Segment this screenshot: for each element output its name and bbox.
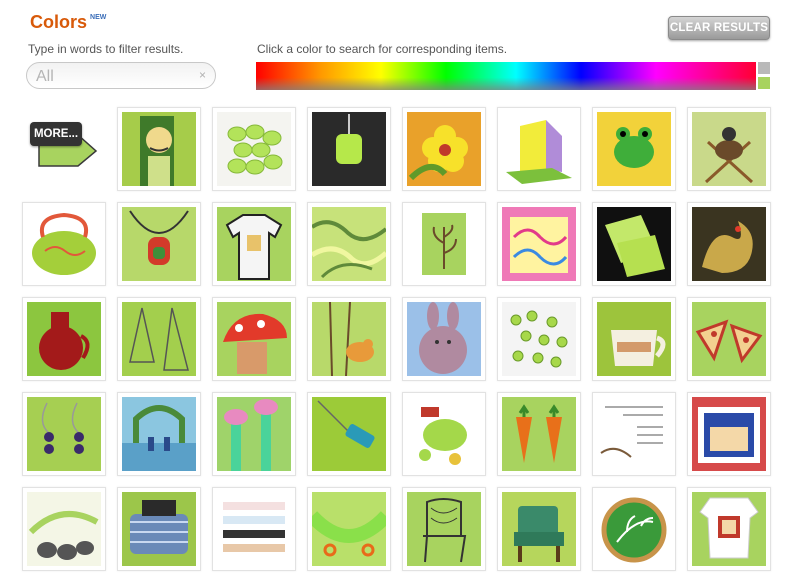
result-thumbnail[interactable] bbox=[402, 392, 486, 476]
ceramic-cup-icon bbox=[597, 302, 671, 376]
folded-card-icon bbox=[502, 112, 576, 186]
result-thumbnail[interactable] bbox=[592, 297, 676, 381]
result-thumbnail[interactable] bbox=[402, 107, 486, 191]
filter-box: × bbox=[26, 62, 216, 89]
result-thumbnail[interactable] bbox=[687, 202, 771, 286]
result-thumbnail[interactable] bbox=[22, 392, 106, 476]
result-thumbnail[interactable] bbox=[117, 297, 201, 381]
result-thumbnail[interactable] bbox=[497, 392, 581, 476]
pink-embroidery-icon bbox=[502, 207, 576, 281]
green-swatch[interactable] bbox=[758, 77, 770, 89]
tree-illustration-icon bbox=[217, 397, 291, 471]
flag-box-icon bbox=[692, 397, 766, 471]
result-thumbnail[interactable] bbox=[687, 487, 771, 571]
result-thumbnail[interactable] bbox=[592, 487, 676, 571]
clear-results-button[interactable]: CLEAR RESULTS bbox=[668, 16, 770, 40]
result-thumbnail[interactable] bbox=[592, 202, 676, 286]
result-thumbnail[interactable] bbox=[22, 297, 106, 381]
green-beads-icon bbox=[217, 112, 291, 186]
result-thumbnail[interactable] bbox=[22, 487, 106, 571]
color-spectrum[interactable] bbox=[256, 62, 756, 90]
clear-filter-icon[interactable]: × bbox=[199, 68, 206, 82]
crochet-frog-icon bbox=[597, 112, 671, 186]
dragon-painting-icon bbox=[692, 207, 766, 281]
more-button[interactable]: MORE... bbox=[30, 122, 82, 146]
filter-input[interactable] bbox=[34, 66, 198, 88]
knitted-bunny-icon bbox=[407, 302, 481, 376]
marbled-paper-icon bbox=[312, 207, 386, 281]
result-thumbnail[interactable] bbox=[402, 202, 486, 286]
result-thumbnail[interactable] bbox=[212, 487, 296, 571]
red-glass-jug-icon bbox=[27, 302, 101, 376]
woven-pouch-icon bbox=[122, 492, 196, 566]
raglan-shirt-icon bbox=[217, 207, 291, 281]
bug-on-sticks-icon bbox=[692, 112, 766, 186]
filter-label: Type in words to filter results. bbox=[28, 42, 184, 56]
result-thumbnail[interactable] bbox=[592, 392, 676, 476]
result-thumbnail[interactable] bbox=[117, 487, 201, 571]
result-thumbnail[interactable] bbox=[307, 392, 391, 476]
chair-drawing-icon bbox=[407, 492, 481, 566]
gray-swatch[interactable] bbox=[758, 62, 770, 74]
yellow-flower-print-icon bbox=[407, 112, 481, 186]
purple-bead-earrings-icon bbox=[27, 397, 101, 471]
result-thumbnail[interactable] bbox=[497, 202, 581, 286]
green-cards-icon bbox=[597, 207, 671, 281]
new-badge: NEW bbox=[90, 14, 107, 21]
baby-onesie-icon bbox=[692, 492, 766, 566]
mushroom-creature-icon bbox=[217, 302, 291, 376]
result-thumbnail[interactable] bbox=[592, 107, 676, 191]
page-title: Colors NEW bbox=[30, 12, 106, 33]
result-thumbnail[interactable] bbox=[687, 297, 771, 381]
wire-earrings-icon bbox=[122, 302, 196, 376]
result-thumbnail[interactable] bbox=[117, 392, 201, 476]
result-thumbnail[interactable] bbox=[687, 107, 771, 191]
result-thumbnail[interactable] bbox=[307, 202, 391, 286]
result-thumbnail[interactable] bbox=[307, 297, 391, 381]
page-title-text: Colors bbox=[30, 12, 88, 32]
result-thumbnail[interactable] bbox=[212, 392, 296, 476]
illustrated-man-icon bbox=[122, 112, 196, 186]
result-thumbnail[interactable] bbox=[212, 202, 296, 286]
handwritten-card-icon bbox=[597, 397, 671, 471]
green-pendant-icon bbox=[312, 112, 386, 186]
result-thumbnail[interactable] bbox=[212, 297, 296, 381]
embroidery-hoop-icon bbox=[597, 492, 671, 566]
pizza-earrings-icon bbox=[692, 302, 766, 376]
result-thumbnail[interactable] bbox=[497, 487, 581, 571]
result-thumbnail[interactable] bbox=[22, 202, 106, 286]
green-glass-beads-icon bbox=[502, 302, 576, 376]
result-thumbnail[interactable] bbox=[402, 487, 486, 571]
red-pendant-necklace-icon bbox=[122, 207, 196, 281]
result-thumbnail[interactable] bbox=[117, 202, 201, 286]
result-thumbnail[interactable] bbox=[687, 392, 771, 476]
green-soap-icon bbox=[407, 397, 481, 471]
felt-bag-icon bbox=[27, 207, 101, 281]
result-thumbnail[interactable] bbox=[212, 107, 296, 191]
result-thumbnail[interactable] bbox=[117, 107, 201, 191]
result-thumbnail[interactable] bbox=[497, 107, 581, 191]
bird-on-branch-icon bbox=[312, 302, 386, 376]
color-picker-label: Click a color to search for correspondin… bbox=[257, 42, 508, 56]
leaf-print-icon bbox=[407, 207, 481, 281]
result-thumbnail[interactable] bbox=[497, 297, 581, 381]
result-thumbnail[interactable] bbox=[307, 107, 391, 191]
blue-pendant-icon bbox=[312, 397, 386, 471]
result-thumbnail[interactable] bbox=[307, 487, 391, 571]
result-thumbnail[interactable] bbox=[402, 297, 486, 381]
fabric-labels-icon bbox=[217, 492, 291, 566]
carrot-earrings-icon bbox=[502, 397, 576, 471]
wedding-arch-icon bbox=[122, 397, 196, 471]
bird-drawing-icon bbox=[27, 492, 101, 566]
green-armchair-icon bbox=[502, 492, 576, 566]
green-collar-icon bbox=[312, 492, 386, 566]
